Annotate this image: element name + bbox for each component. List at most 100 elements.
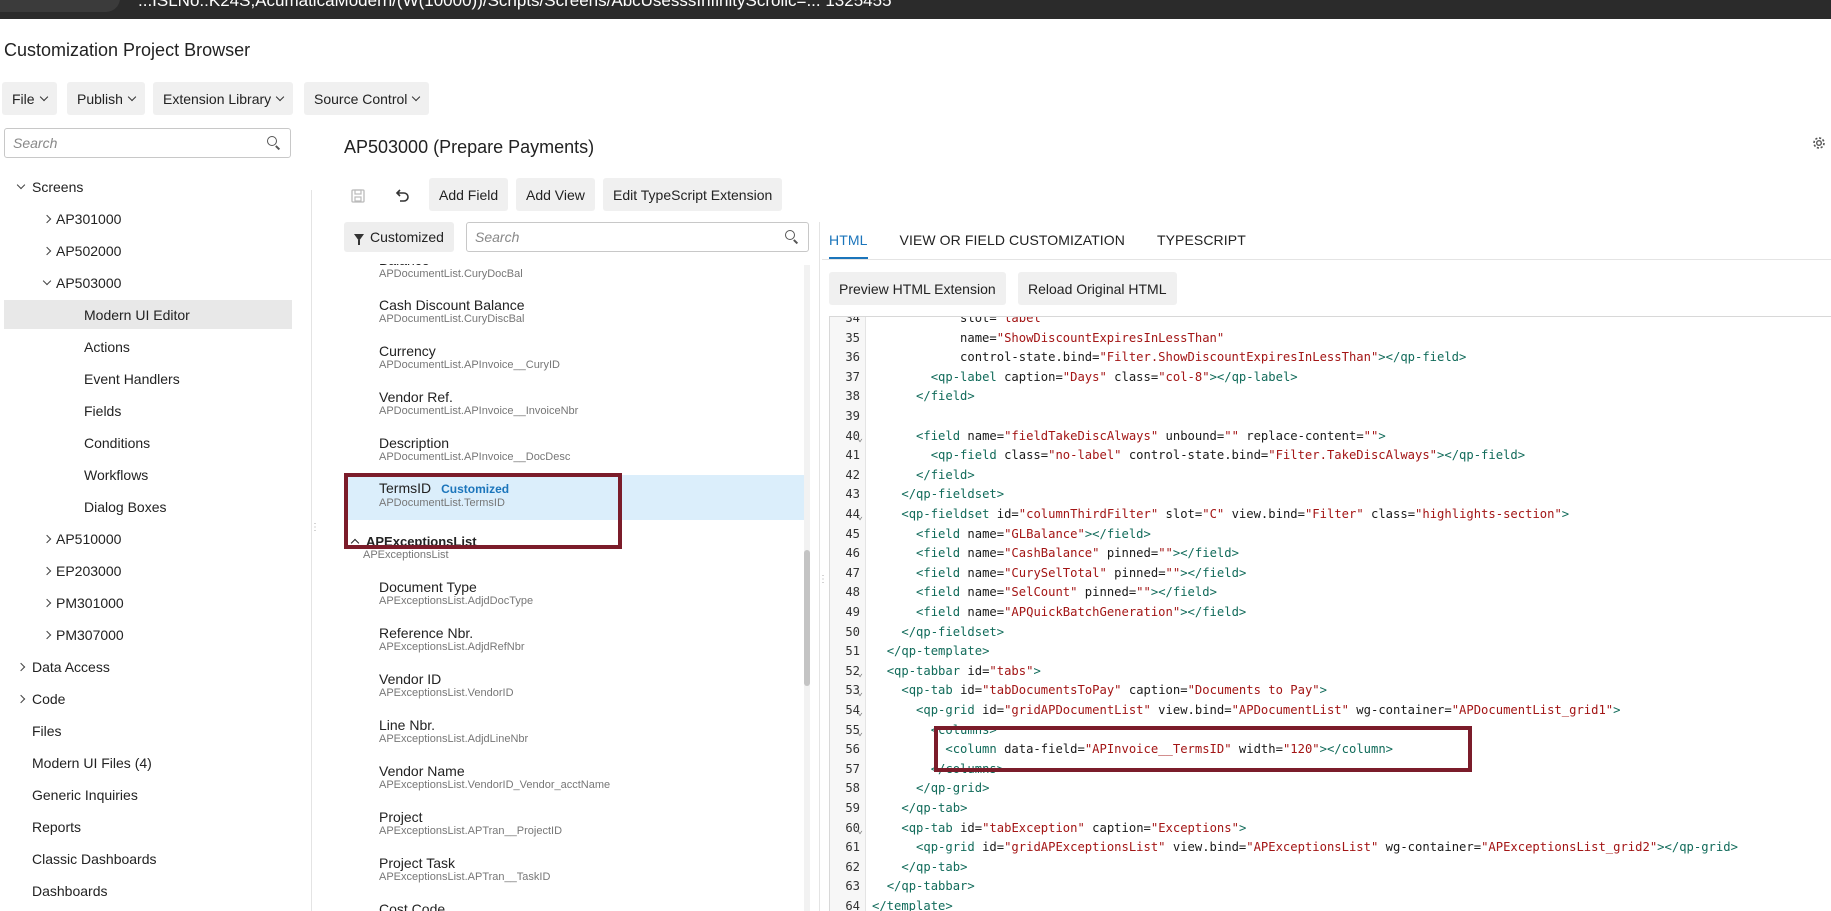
sidebar-item[interactable]: Modern UI Editor [4, 300, 292, 329]
chevron-right-icon[interactable] [42, 246, 52, 255]
field-path: APExceptionsList.APTran__TaskID [379, 871, 551, 883]
sidebar-item[interactable]: AP502000 [4, 236, 292, 265]
chevron-right-icon[interactable] [42, 534, 52, 543]
field-item[interactable]: Currency APDocumentList.APInvoice__CuryID [379, 343, 799, 372]
file-menu-button[interactable]: File [2, 82, 57, 115]
field-item[interactable]: Project APExceptionsList.APTran__ProjectI… [379, 809, 799, 838]
chevron-right-icon[interactable] [42, 214, 52, 223]
sidebar-item[interactable]: Dashboards [4, 876, 292, 905]
sidebar-item[interactable]: AP301000 [4, 204, 292, 233]
code-line: 58 </qp-grid> [830, 779, 1830, 799]
publish-menu-button[interactable]: Publish [67, 82, 145, 115]
source-control-menu-button[interactable]: Source Control [304, 82, 430, 115]
sidebar-item[interactable]: Classic Dashboards [4, 844, 292, 873]
field-item[interactable]: Description APDocumentList.APInvoice__Doc… [379, 435, 799, 464]
undo-button[interactable] [388, 182, 416, 210]
chevron-down-icon [127, 92, 137, 101]
field-search-input[interactable] [467, 223, 784, 251]
gear-icon[interactable] [1811, 135, 1827, 151]
field-path: APExceptionsList.AdjdLineNbr [379, 733, 529, 745]
field-item[interactable]: Reference Nbr. APExceptionsList.AdjdRefNb… [379, 625, 799, 654]
field-name-text: Vendor Ref. [379, 389, 453, 405]
field-path: APDocumentList.APInvoice__DocDesc [379, 451, 571, 463]
chevron-right-icon[interactable] [16, 694, 26, 703]
code-line: 41 <qp-field class="no-label" control-st… [830, 446, 1830, 466]
panel-splitter[interactable] [819, 222, 820, 911]
sidebar-item[interactable]: AP503000 [4, 268, 292, 297]
field-item[interactable]: TermsID Customized APDocumentList.TermsID [379, 480, 799, 510]
sidebar-item[interactable]: Conditions [4, 428, 292, 457]
source-control-menu-label: Source Control [314, 90, 408, 107]
customized-filter-button[interactable]: Customized [344, 222, 454, 252]
field-list-scrollbar[interactable] [804, 265, 810, 911]
sidebar-item[interactable]: Modern UI Files (4) [4, 748, 292, 777]
sidebar-item[interactable]: Fields [4, 396, 292, 425]
scrollbar-thumb[interactable] [804, 550, 810, 686]
sidebar-item[interactable]: Reports [4, 812, 292, 841]
splitter-grip-icon[interactable]: ⋮ [818, 575, 828, 585]
field-path: APDocumentList.APInvoice__CuryID [379, 359, 560, 371]
field-name: Description [379, 435, 799, 451]
field-item[interactable]: Vendor ID APExceptionsList.VendorID [379, 671, 799, 700]
field-item[interactable]: Cash Discount Balance APDocumentList.Cury… [379, 297, 799, 326]
sidebar-item[interactable]: Data Access [4, 652, 292, 681]
field-item[interactable]: Cost Code [379, 901, 799, 911]
tab-typescript[interactable]: TYPESCRIPT [1157, 222, 1246, 258]
browser-tab[interactable] [0, 0, 120, 12]
chevron-down-icon[interactable] [16, 180, 26, 189]
field-item[interactable]: BalanceAPDocumentList.CuryDocBal [379, 264, 799, 281]
sidebar-item[interactable]: PM307000 [4, 620, 292, 649]
tab-view-or-field-customization[interactable]: VIEW OR FIELD CUSTOMIZATION [900, 222, 1125, 258]
search-icon[interactable] [266, 135, 282, 151]
chevron-down-icon[interactable] [42, 276, 52, 285]
field-path: APExceptionsList.AdjdDocType [379, 595, 534, 607]
field-item[interactable]: Document Type APExceptionsList.AdjdDocTyp… [379, 579, 799, 608]
code-line: 40 ⌄ <field name="fieldTakeDiscAlways" un… [830, 427, 1830, 447]
add-field-button[interactable]: Add Field [429, 178, 509, 211]
field-item[interactable]: Vendor Ref. APDocumentList.APInvoice__Inv… [379, 389, 799, 418]
field-item[interactable]: Line Nbr. APExceptionsList.AdjdLineNbr [379, 717, 799, 746]
line-number: 39 [845, 409, 860, 423]
chevron-right-icon[interactable] [42, 598, 52, 607]
search-icon[interactable] [784, 229, 800, 245]
sidebar-item[interactable]: EP203000 [4, 556, 292, 585]
code-text: <field name="fieldTakeDiscAlways" unboun… [916, 428, 1386, 443]
preview-html-extension-button[interactable]: Preview HTML Extension [829, 272, 1006, 305]
code-text: <qp-field class="no-label" control-state… [930, 448, 1526, 463]
view-group-header[interactable]: APExceptionsList APExceptionsList [350, 534, 792, 561]
chevron-right-icon[interactable] [16, 662, 26, 671]
browser-url[interactable]: ...ISLNo.:K24S,AcumaticaModern/(W(10000)… [138, 0, 892, 11]
chevron-right-icon[interactable] [42, 630, 52, 639]
sidebar-item[interactable]: AP510000 [4, 524, 292, 553]
tab-html[interactable]: HTML [829, 222, 868, 260]
code-line: 42 </field> [830, 466, 1830, 486]
line-number: 50 [845, 624, 860, 639]
extension-library-menu-button[interactable]: Extension Library [153, 82, 294, 115]
code-text: control-state.bind="Filter.ShowDiscountE… [872, 350, 1467, 365]
reload-original-html-button[interactable]: Reload Original HTML [1018, 272, 1177, 305]
sidebar-splitter[interactable] [311, 190, 312, 911]
html-code-editor[interactable]: 34 slot="label" 35 name="ShowDiscountExpi… [829, 316, 1831, 911]
chevron-up-icon[interactable] [350, 538, 360, 548]
customized-badge: Customized [441, 482, 510, 496]
sidebar-item[interactable]: Event Handlers [4, 364, 292, 393]
sidebar-item[interactable]: Code [4, 684, 292, 713]
sidebar-item[interactable]: Screens [4, 172, 292, 201]
sidebar-item[interactable]: Files [4, 716, 292, 745]
field-item[interactable]: Vendor Name APExceptionsList.VendorID_Ven… [379, 763, 799, 792]
chevron-right-icon[interactable] [42, 566, 52, 575]
field-item[interactable]: Project Task APExceptionsList.APTran__Tas… [379, 855, 799, 884]
sidebar-item[interactable]: Dialog Boxes [4, 492, 292, 521]
sidebar-item[interactable]: Generic Inquiries [4, 780, 292, 809]
sidebar-search-input[interactable] [5, 129, 266, 157]
add-view-button[interactable]: Add View [516, 178, 595, 211]
code-text: </template> [872, 899, 953, 911]
sidebar-item[interactable]: Actions [4, 332, 292, 361]
sidebar-item-label: PM307000 [56, 626, 124, 643]
save-button[interactable] [344, 182, 372, 210]
code-text: <qp-tabbar id="tabs"> [886, 663, 1041, 678]
edit-typescript-extension-button[interactable]: Edit TypeScript Extension [603, 178, 783, 211]
splitter-grip-icon[interactable]: ⋮ [310, 523, 320, 533]
sidebar-item[interactable]: Workflows [4, 460, 292, 489]
sidebar-item[interactable]: PM301000 [4, 588, 292, 617]
